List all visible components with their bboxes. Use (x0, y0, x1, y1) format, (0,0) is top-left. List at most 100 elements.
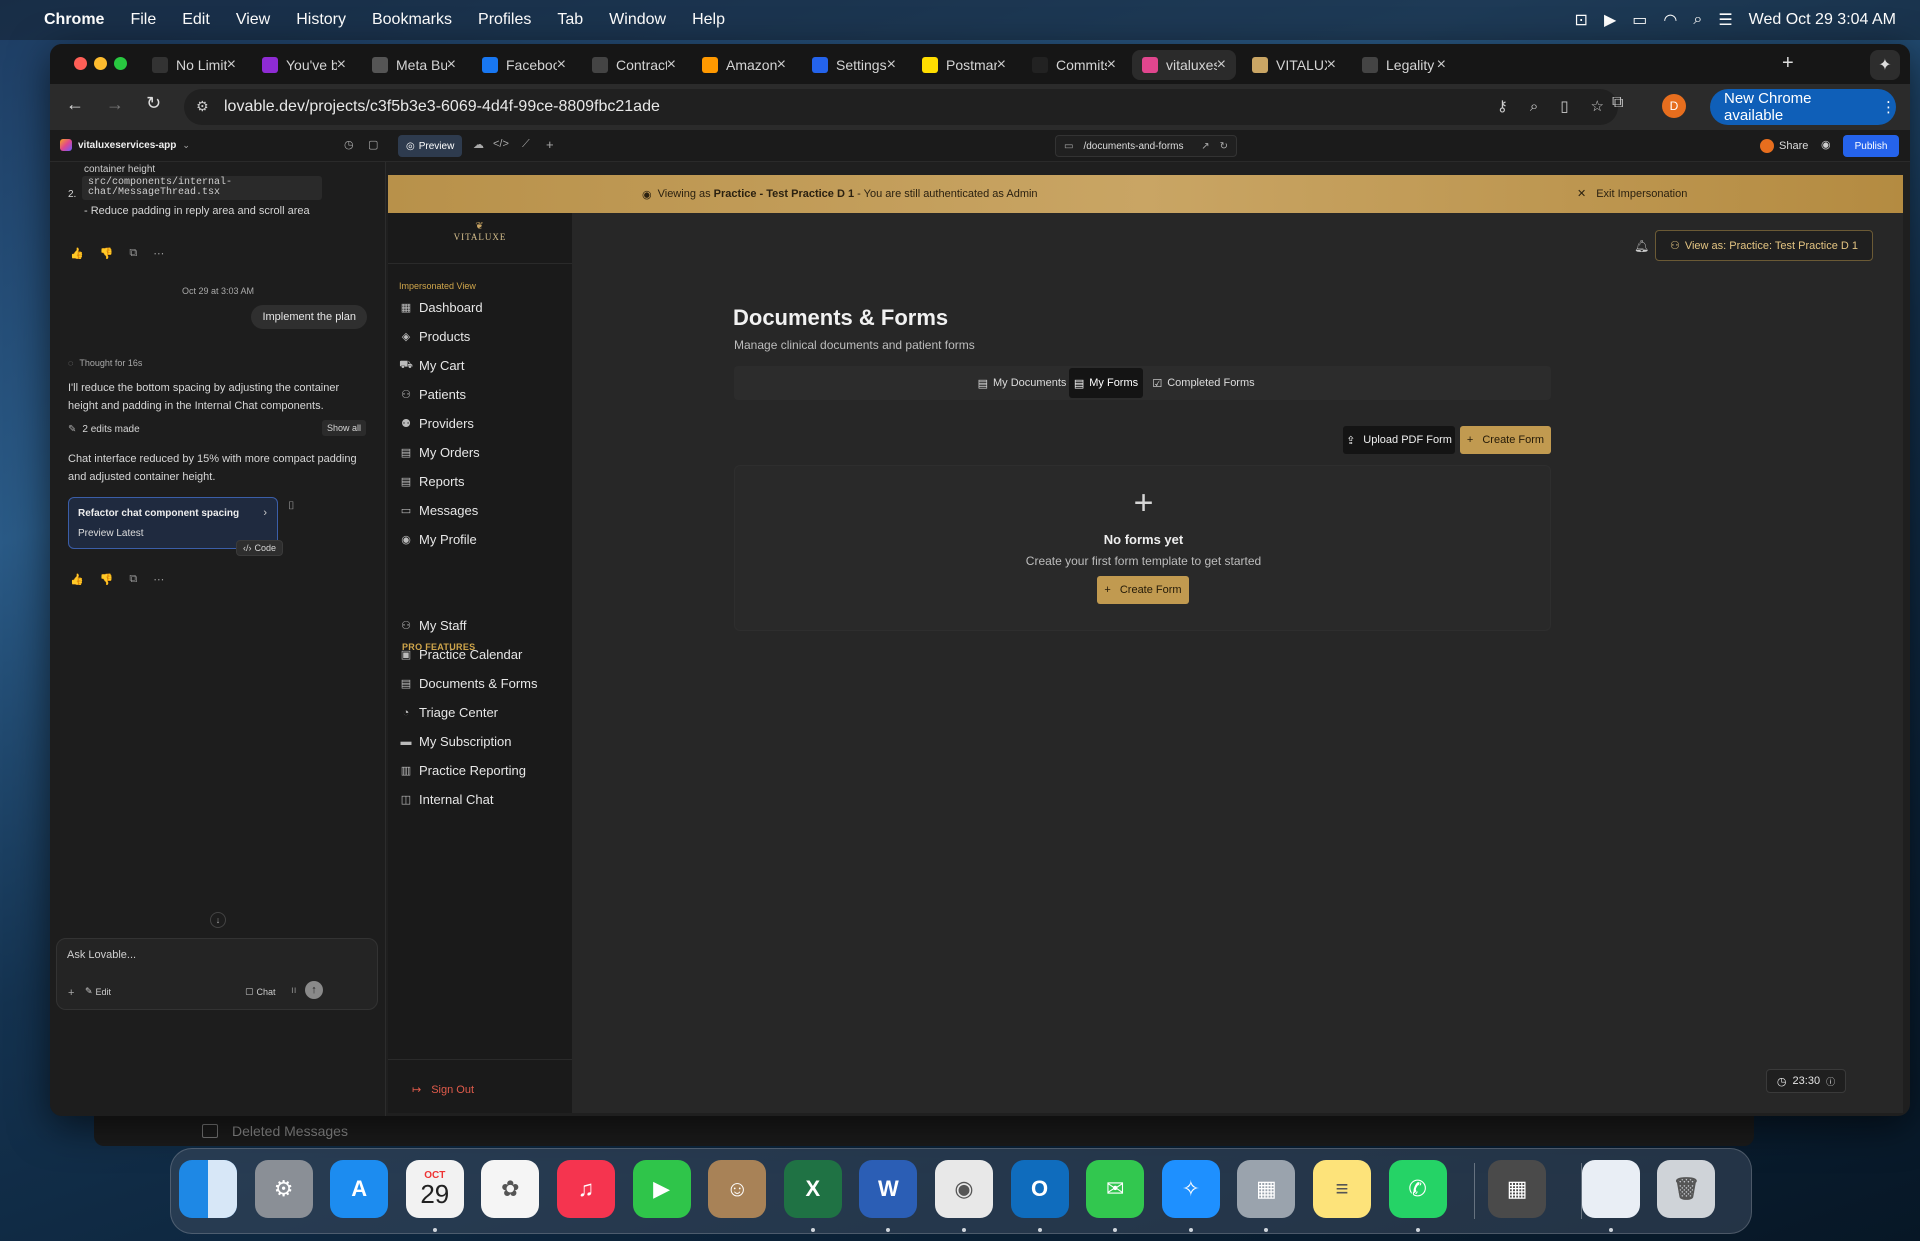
nav-item-my-orders[interactable]: ▤ My Orders (399, 445, 480, 460)
music-icon[interactable]: ♫ (557, 1160, 615, 1218)
sign-out-button[interactable]: ↦ Sign Out (412, 1083, 474, 1097)
browser-tab[interactable]: Contract × (582, 50, 686, 80)
thumbs-down-icon[interactable]: 👎 (100, 573, 114, 586)
outlook-icon[interactable]: O (1010, 1160, 1069, 1218)
route-path[interactable]: /documents-and-forms (1083, 141, 1191, 152)
app-menu-chrome[interactable]: Chrome (44, 11, 104, 29)
tab-close-icon[interactable]: × (667, 56, 676, 74)
omnibox[interactable]: ⚙ lovable.dev/projects/c3f5b3e3-6069-4d4… (184, 89, 1618, 125)
minimize-window-button[interactable] (94, 57, 107, 70)
new-chrome-available-button[interactable]: New Chrome available ⋮ (1710, 89, 1896, 125)
preview-tab[interactable]: ◎ Preview (398, 135, 463, 157)
play-icon[interactable]: ▶ (1604, 10, 1616, 30)
browser-tab[interactable]: You've b × (252, 50, 356, 80)
menu-history[interactable]: History (296, 11, 346, 29)
menu-file[interactable]: File (130, 11, 156, 29)
browser-tab[interactable]: Commits × (1022, 50, 1126, 80)
nav-item-my-staff[interactable]: ⚇ My Staff (399, 618, 466, 633)
notification-bell-icon[interactable]: 🔔︎ (1634, 239, 1649, 253)
page-icon[interactable]: ▯ (1560, 97, 1568, 115)
nav-item-dashboard[interactable]: ▦ Dashboard (399, 300, 483, 315)
browser-tab[interactable]: No Limit × (142, 50, 246, 80)
zoom-icon[interactable]: ⌕ (1530, 98, 1538, 115)
messages-icon[interactable]: ✉ (1086, 1160, 1145, 1218)
github-icon[interactable]: ◉ (1821, 138, 1831, 151)
browser-tab[interactable]: Amazon × (692, 50, 796, 80)
chat-input-placeholder[interactable]: Ask Lovable... (67, 949, 136, 961)
control-center-icon[interactable]: ☰ (1718, 10, 1732, 30)
facetime-icon[interactable]: ▶ (632, 1160, 691, 1218)
battery-icon[interactable]: ▭ (1632, 10, 1647, 30)
show-all-button[interactable]: Show all (322, 420, 367, 436)
session-timer[interactable]: ◷ 23:30 ⓘ (1766, 1069, 1846, 1093)
preview-icon[interactable] (1581, 1160, 1640, 1218)
code-button[interactable]: ‹/› Code (236, 540, 284, 556)
reload-icon[interactable]: ↻ (146, 93, 161, 114)
code-view-icon[interactable]: </> (493, 138, 509, 150)
gemini-icon[interactable]: ✦ (1870, 50, 1900, 80)
refresh-preview-icon[interactable]: ↻ (1220, 141, 1228, 152)
more-icon[interactable]: ⋯ (153, 247, 164, 260)
tab-completed-forms[interactable]: ☑ Completed Forms (1148, 368, 1259, 398)
more-vert-icon[interactable]: ⋮ (1881, 98, 1896, 116)
tab-close-icon[interactable]: × (447, 56, 456, 74)
cast-icon[interactable]: ⧉ (1612, 94, 1623, 112)
history-icon[interactable]: ◷ (344, 138, 354, 151)
browser-tab[interactable]: Postmar × (912, 50, 1016, 80)
tab-close-icon[interactable]: × (887, 56, 896, 74)
nav-item-practice-calendar[interactable]: ▣ Practice Calendar (399, 647, 523, 662)
menu-profiles[interactable]: Profiles (478, 11, 531, 29)
notes-icon[interactable]: ≡ (1313, 1160, 1371, 1218)
more-icon[interactable]: ⋯ (153, 573, 164, 586)
nav-item-documents-forms[interactable]: ▤ Documents & Forms (399, 676, 538, 691)
nav-item-my-subscription[interactable]: ▬ My Subscription (399, 734, 512, 749)
send-button[interactable]: ↑ (305, 981, 323, 999)
thumbs-up-icon[interactable]: 👍 (70, 247, 84, 260)
share-button[interactable]: Share (1760, 135, 1808, 157)
browser-tab[interactable]: Settings × (802, 50, 906, 80)
profile-avatar[interactable]: D (1662, 94, 1686, 118)
vitaluxe-logo[interactable]: ❦ VITALUXE (388, 221, 572, 242)
tab-close-icon[interactable]: × (1327, 56, 1336, 74)
voice-icon[interactable]: ıı (291, 985, 297, 996)
bookmark-star-icon[interactable]: ☆ (1591, 97, 1604, 115)
password-key-icon[interactable]: ⚷ (1497, 97, 1508, 115)
zoom-window-button[interactable] (114, 57, 127, 70)
deleted-messages-label[interactable]: Deleted Messages (232, 1123, 348, 1139)
forward-icon[interactable]: → (106, 94, 124, 115)
word-icon[interactable]: W (859, 1160, 918, 1218)
launchpad-icon[interactable]: ▦ (1237, 1160, 1296, 1218)
close-window-button[interactable] (74, 57, 87, 70)
route-bar[interactable]: ▭ /documents-and-forms ↗ ↻ (1055, 135, 1237, 157)
project-switcher[interactable]: vitaluxeservices-app ⌄ (60, 139, 190, 151)
bookmark-icon[interactable]: ⌷ (288, 500, 295, 513)
tab-close-icon[interactable]: × (337, 56, 346, 74)
chrome-icon[interactable]: ◉ (935, 1160, 993, 1218)
calendar-icon[interactable]: OCT 29 (405, 1160, 464, 1218)
back-icon[interactable]: ← (66, 94, 84, 115)
finder-icon[interactable] (179, 1160, 237, 1218)
checkbox-icon[interactable] (202, 1124, 218, 1138)
tab-close-icon[interactable]: × (997, 56, 1006, 74)
excel-icon[interactable]: X (783, 1160, 842, 1218)
nav-item-products[interactable]: ◈ Products (399, 329, 471, 344)
app-store-icon[interactable]: A (330, 1160, 389, 1218)
bluetooth-icon[interactable]: ⊡ (1575, 10, 1588, 30)
attach-plus-icon[interactable]: + (68, 987, 74, 999)
safari-icon[interactable]: ✧ (1161, 1160, 1220, 1218)
open-external-icon[interactable]: ↗ (1201, 141, 1209, 152)
tab-my-documents[interactable]: ▤ My Documents (971, 368, 1073, 398)
menu-view[interactable]: View (236, 11, 270, 29)
analytics-icon[interactable]: ⟋ (522, 138, 530, 151)
panel-icon[interactable]: ▢ (368, 138, 378, 151)
nav-item-my-profile[interactable]: ◉ My Profile (399, 532, 477, 547)
url-text[interactable]: lovable.dev/projects/c3f5b3e3-6069-4d4f-… (224, 98, 660, 116)
cloud-icon[interactable]: ☁ (473, 138, 484, 151)
menu-window[interactable]: Window (609, 11, 666, 29)
nav-item-triage-center[interactable]: ◔ Triage Center (399, 705, 498, 720)
menu-bookmarks[interactable]: Bookmarks (372, 11, 452, 29)
tab-close-icon[interactable]: × (777, 56, 786, 74)
wifi-icon[interactable]: ◠ (1663, 10, 1677, 30)
copy-icon[interactable]: ⧉ (129, 573, 137, 586)
menu-help[interactable]: Help (692, 11, 725, 29)
